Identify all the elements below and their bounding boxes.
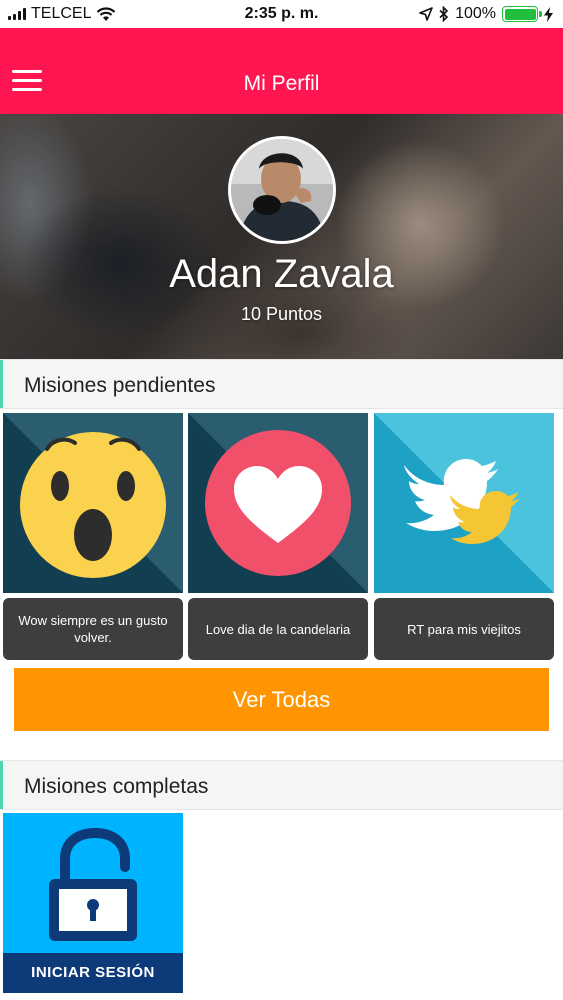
mission-caption: Love dia de la candelaria bbox=[188, 598, 368, 660]
section-accent bbox=[0, 761, 3, 809]
profile-hero: Adan Zavala 10 Puntos bbox=[0, 114, 563, 359]
profile-name: Adan Zavala bbox=[169, 252, 394, 296]
section-accent bbox=[0, 360, 3, 408]
pending-missions-header: Misiones pendientes bbox=[0, 359, 563, 409]
mission-card[interactable]: RT para mis viejitos bbox=[374, 413, 554, 660]
location-arrow-icon bbox=[419, 7, 433, 21]
unlocked-padlock-icon bbox=[49, 827, 137, 941]
view-all-button[interactable]: Ver Todas bbox=[14, 668, 549, 731]
mission-card[interactable]: Wow siempre es un gusto volver. bbox=[3, 413, 183, 660]
heart-love-icon[interactable] bbox=[188, 413, 368, 593]
twitter-birds-icon[interactable] bbox=[374, 413, 554, 593]
charging-bolt-icon bbox=[544, 6, 553, 22]
section-title: Misiones completas bbox=[24, 775, 209, 798]
mission-caption: Wow siempre es un gusto volver. bbox=[3, 598, 183, 660]
profile-points: 10 Puntos bbox=[240, 304, 323, 324]
completed-mission-banner: INICIAR SESIÓN bbox=[3, 953, 183, 993]
battery-percent: 100% bbox=[455, 5, 496, 22]
battery-icon bbox=[502, 6, 542, 22]
completed-mission-card[interactable]: INICIAR SESIÓN bbox=[3, 813, 183, 993]
bluetooth-icon bbox=[439, 6, 449, 22]
app-header: Mi Perfil bbox=[0, 28, 563, 114]
mission-caption: RT para mis viejitos bbox=[374, 598, 554, 660]
avatar bbox=[228, 136, 336, 244]
page-title: Mi Perfil bbox=[243, 72, 320, 95]
completed-missions-header: Misiones completas bbox=[0, 760, 563, 810]
section-title: Misiones pendientes bbox=[24, 374, 216, 397]
status-right: 100% bbox=[419, 5, 553, 23]
wow-emoji-icon[interactable] bbox=[3, 413, 183, 593]
avatar-photo bbox=[231, 139, 333, 241]
mission-card[interactable]: Love dia de la candelaria bbox=[188, 413, 368, 660]
status-bar: TELCEL 2:35 p. m. 100% bbox=[0, 0, 563, 28]
